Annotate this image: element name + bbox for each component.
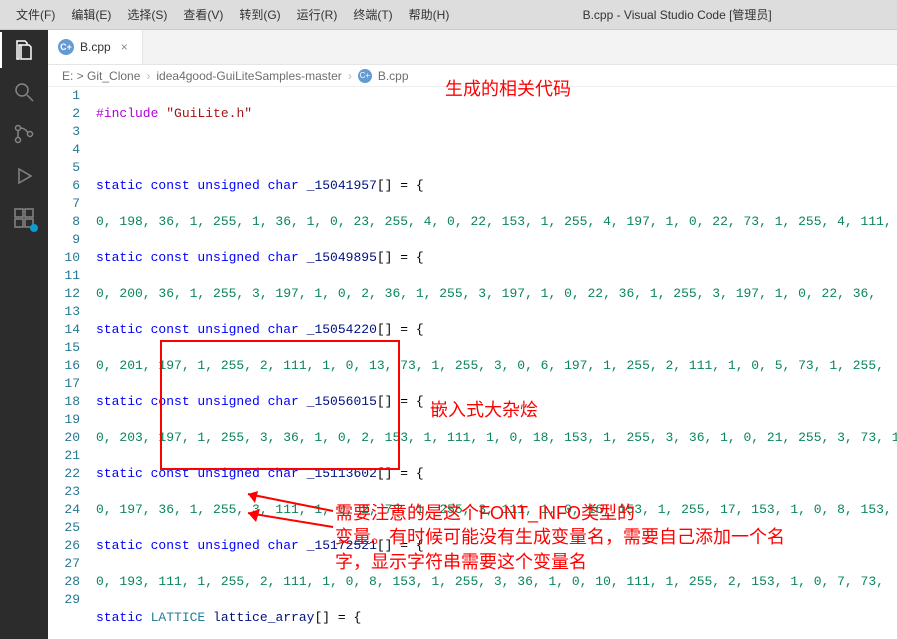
tab-label: B.cpp	[80, 40, 111, 54]
gutter: 1234567891011121314151617181920212223242…	[48, 87, 96, 639]
tab-close-icon[interactable]: ×	[117, 40, 132, 54]
explorer-icon[interactable]	[12, 38, 36, 62]
activity-bar	[0, 30, 48, 639]
breadcrumb[interactable]: E: > Git_Clone › idea4good-GuiLiteSample…	[48, 65, 897, 87]
menu-view[interactable]: 查看(V)	[175, 2, 231, 27]
source-control-icon[interactable]	[12, 122, 36, 146]
menu-terminal[interactable]: 终端(T)	[345, 2, 400, 27]
breadcrumb-part-2[interactable]: B.cpp	[378, 69, 409, 83]
chevron-right-icon: ›	[146, 69, 150, 83]
cpp-file-icon: C+	[358, 69, 372, 83]
extensions-update-dot	[30, 224, 38, 232]
menu-run[interactable]: 运行(R)	[289, 2, 346, 27]
menu-help[interactable]: 帮助(H)	[401, 2, 458, 27]
chevron-right-icon: ›	[348, 69, 352, 83]
code-area[interactable]: #include "GuiLite.h" static const unsign…	[96, 87, 897, 639]
menu-select[interactable]: 选择(S)	[119, 2, 175, 27]
menu-edit[interactable]: 编辑(E)	[63, 2, 119, 27]
window-title: B.cpp - Visual Studio Code [管理员]	[457, 6, 897, 23]
search-icon[interactable]	[12, 80, 36, 104]
menu-file[interactable]: 文件(F)	[8, 2, 63, 27]
menubar: 文件(F) 编辑(E) 选择(S) 查看(V) 转到(G) 运行(R) 终端(T…	[0, 0, 897, 30]
tab-b-cpp[interactable]: C+ B.cpp ×	[48, 30, 143, 64]
menu-goto[interactable]: 转到(G)	[231, 2, 288, 27]
breadcrumb-part-0[interactable]: E: > Git_Clone	[62, 69, 140, 83]
extensions-icon[interactable]	[12, 206, 36, 230]
cpp-file-icon: C+	[58, 39, 74, 55]
debug-icon[interactable]	[12, 164, 36, 188]
tab-bar: C+ B.cpp ×	[48, 30, 897, 65]
editor[interactable]: 1234567891011121314151617181920212223242…	[48, 87, 897, 639]
breadcrumb-part-1[interactable]: idea4good-GuiLiteSamples-master	[156, 69, 341, 83]
